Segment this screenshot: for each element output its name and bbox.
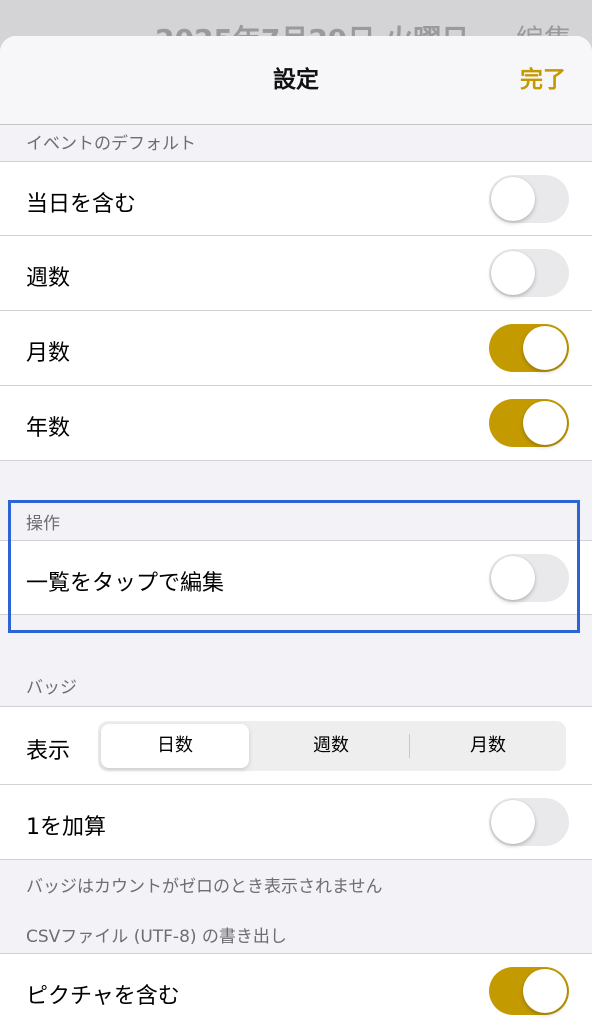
page-title: 設定 <box>273 67 319 93</box>
months-toggle[interactable] <box>489 324 569 372</box>
navigation-bar: 設定 完了 <box>0 36 592 125</box>
section-header-badge: バッジ <box>26 678 77 698</box>
tap-to-edit-toggle[interactable] <box>489 554 569 602</box>
row-label: ピクチャを含む <box>26 984 180 1009</box>
row-label: 一覧をタップで編集 <box>26 571 225 596</box>
done-button[interactable]: 完了 <box>520 60 566 94</box>
include-pictures-toggle[interactable] <box>489 967 569 1015</box>
add-one-toggle[interactable] <box>489 798 569 846</box>
row-label: 表示 <box>26 739 71 764</box>
segment-weeks[interactable]: 週数 <box>254 721 408 771</box>
toggle-knob <box>523 326 567 370</box>
row-add-one: 1を加算 <box>0 785 592 860</box>
row-badge-display: 表示 日数 週数 月数 <box>0 706 592 785</box>
weeks-toggle[interactable] <box>489 249 569 297</box>
row-tap-to-edit: 一覧をタップで編集 <box>0 540 592 615</box>
row-label: 当日を含む <box>26 192 137 217</box>
background-calendar-header: 2025年7月29日 火曜日 編集 <box>0 0 592 40</box>
row-label: 月数 <box>26 341 71 366</box>
toggle-knob <box>491 556 535 600</box>
badge-footer-note: バッジはカウントがゼロのとき表示されません <box>26 877 383 897</box>
segment-days[interactable]: 日数 <box>101 724 249 768</box>
toggle-knob <box>523 401 567 445</box>
settings-sheet: 設定 完了 イベントのデフォルト 当日を含む 週数 月数 年数 操作 一覧をタッ… <box>0 36 592 1024</box>
row-include-today: 当日を含む <box>0 161 592 236</box>
years-toggle[interactable] <box>489 399 569 447</box>
segment-months[interactable]: 月数 <box>410 721 566 771</box>
row-weeks: 週数 <box>0 236 592 311</box>
toggle-knob <box>523 969 567 1013</box>
row-include-pictures: ピクチャを含む <box>0 953 592 1024</box>
row-label: 1を加算 <box>26 815 106 840</box>
include-today-toggle[interactable] <box>489 175 569 223</box>
toggle-knob <box>491 251 535 295</box>
row-label: 年数 <box>26 416 71 441</box>
row-months: 月数 <box>0 311 592 386</box>
toggle-knob <box>491 177 535 221</box>
section-header-event-defaults: イベントのデフォルト <box>26 134 196 154</box>
toggle-knob <box>491 800 535 844</box>
badge-display-segmented-control: 日数 週数 月数 <box>98 721 566 771</box>
section-header-csv: CSVファイル (UTF-8) の書き出し <box>26 927 287 947</box>
row-years: 年数 <box>0 386 592 461</box>
row-label: 週数 <box>26 266 71 291</box>
section-header-operation: 操作 <box>26 514 60 534</box>
